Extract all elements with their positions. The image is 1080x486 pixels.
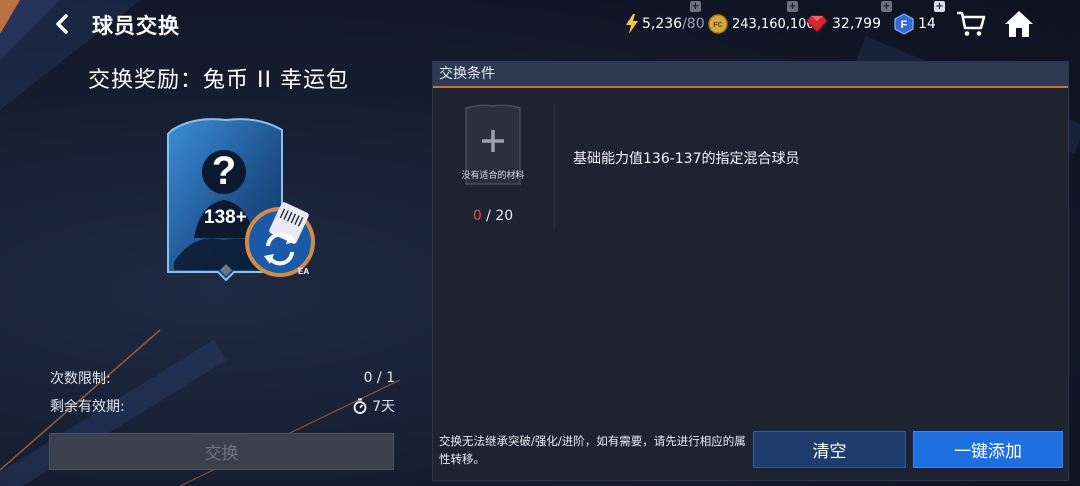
condition-text: 基础能力值136-137的指定混合球员 <box>573 151 800 167</box>
coins-counter[interactable]: + FC 243,160,100 <box>708 1 815 35</box>
validity-label: 剩余有效期: <box>50 399 125 415</box>
exchange-badge-icon: EA <box>245 202 315 277</box>
svg-text:?: ? <box>212 149 236 193</box>
reward-pack-card[interactable]: ? 138+ EA <box>164 112 324 284</box>
validity-row: 剩余有效期: 7天 <box>50 392 395 420</box>
count-limit-row: 次数限制: 0 / 1 <box>50 364 395 392</box>
material-slot[interactable]: 没有适合的材料 <box>460 104 526 188</box>
panel-header: 交换条件 <box>433 62 1068 88</box>
cart-icon <box>957 11 986 36</box>
coins-value: 243,160,100 <box>732 16 815 32</box>
add-coins-icon[interactable]: + <box>787 1 798 12</box>
slot-divider <box>554 104 555 228</box>
add-all-button[interactable]: 一键添加 <box>913 431 1063 468</box>
add-gems-icon[interactable]: + <box>881 1 892 12</box>
slot-have-count: 0 <box>472 208 482 224</box>
slot-empty-text: 没有适合的材料 <box>461 171 525 181</box>
inheritance-note: 交换无法继承突破/强化/进阶，如有需要，请先进行相应的属性转移。 <box>439 434 746 466</box>
validity-value: 7天 <box>372 399 395 415</box>
add-f-points-icon[interactable]: + <box>934 1 945 12</box>
f-point-icon: F <box>894 13 914 35</box>
slot-need-count: / 20 <box>481 208 514 224</box>
lightning-icon <box>626 14 638 34</box>
svg-text:F: F <box>901 19 908 31</box>
gems-value: 32,799 <box>832 16 881 32</box>
home-button[interactable] <box>1003 8 1035 40</box>
gem-icon <box>806 15 828 33</box>
limits-section: 次数限制: 0 / 1 剩余有效期: 7天 <box>50 364 395 420</box>
energy-value: 5,236 <box>642 16 683 32</box>
reward-title: 交换奖励：兔币 II 幸运包 <box>88 68 349 93</box>
page-title: 球员交换 <box>92 14 180 38</box>
f-points-value: 14 <box>918 16 936 32</box>
count-limit-label: 次数限制: <box>50 371 111 387</box>
f-points-counter[interactable]: + F 14 <box>894 1 945 35</box>
shop-cart-button[interactable] <box>956 10 986 38</box>
card-brand-text: EA <box>298 267 309 276</box>
validity-value-wrap: 7天 <box>353 396 395 416</box>
exchange-conditions-panel: 交换条件 没有适合的材料 0 / 20 基础能力值136-137的指定混合球员 … <box>432 61 1069 481</box>
stopwatch-icon <box>353 398 367 414</box>
coin-icon: FC <box>708 14 728 34</box>
energy-max: /80 <box>682 16 705 32</box>
add-energy-icon[interactable]: + <box>690 1 701 12</box>
back-button[interactable] <box>48 10 76 38</box>
count-limit-value: 0 / 1 <box>363 370 395 386</box>
coin-icon-text: FC <box>713 22 722 29</box>
energy-counter[interactable]: + 5,236/80 <box>626 1 705 35</box>
exchange-button[interactable]: 交换 <box>49 433 394 470</box>
chevron-left-icon <box>56 14 68 34</box>
clear-button[interactable]: 清空 <box>753 431 906 468</box>
slot-count: 0 / 20 <box>460 208 526 224</box>
home-icon <box>1005 11 1033 37</box>
top-bar: 球员交换 + 5,236/80 + FC 243,160,100 + 32,79… <box>0 0 1080 50</box>
gems-counter[interactable]: + 32,799 <box>806 1 892 35</box>
